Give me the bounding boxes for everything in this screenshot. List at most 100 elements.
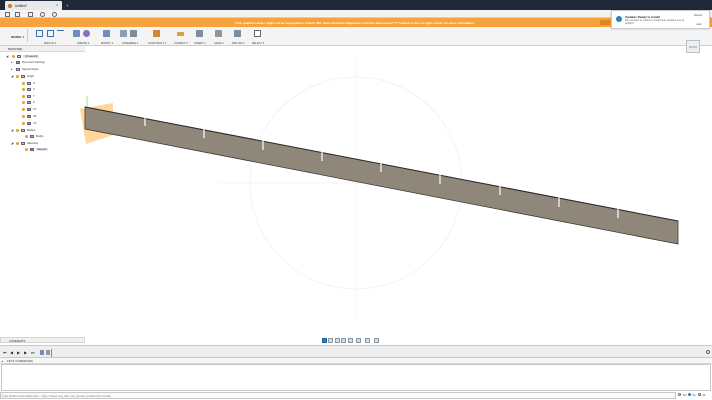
new-tab-icon[interactable]: +	[66, 3, 69, 8]
construct-menu-label: CONSTRUCT ▾	[147, 42, 167, 45]
assemble-group[interactable]: ASSEMBLE ▾	[118, 27, 142, 46]
js-radio[interactable]	[698, 393, 702, 397]
folder-icon	[21, 128, 25, 133]
tree-item-z-axis[interactable]: Z	[22, 100, 62, 105]
browser-panel-header[interactable]: BROWSER	[0, 46, 85, 52]
visibility-bulb-icon[interactable]	[22, 100, 25, 104]
close-tab-icon[interactable]: ×	[56, 3, 58, 7]
collapse-arrow-icon[interactable]: ◢	[11, 141, 13, 145]
later-button[interactable]: Later	[696, 23, 702, 26]
visibility-bulb-icon[interactable]	[16, 128, 19, 132]
fusion-logo-icon	[8, 3, 12, 8]
visibility-bulb-icon[interactable]	[22, 94, 25, 98]
tree-item-origin[interactable]: ◢ Origin	[11, 74, 71, 79]
fit-icon[interactable]	[348, 337, 353, 343]
tree-item-body1[interactable]: Body1	[25, 134, 65, 139]
tree-item-sketches[interactable]: ◢ Sketches	[11, 141, 71, 146]
go-to-start-icon[interactable]: ⏮	[3, 350, 7, 355]
collapse-arrow-icon[interactable]: ◢	[6, 54, 8, 58]
txt-radio[interactable]	[678, 393, 682, 397]
orbit-icon[interactable]	[322, 337, 327, 343]
insert-group[interactable]: INSERT ▾	[192, 27, 208, 46]
step-back-icon[interactable]: ◀	[10, 350, 13, 355]
make-group[interactable]: MAKE ▾	[211, 27, 227, 46]
add-ins-group[interactable]: ADD-INS ▾	[229, 27, 247, 46]
viewports-icon[interactable]	[374, 337, 379, 343]
step-forward-icon[interactable]: ▶	[24, 350, 27, 355]
folder-icon	[16, 67, 20, 72]
app-grid-icon[interactable]	[5, 11, 10, 17]
undo-icon[interactable]	[40, 11, 45, 17]
modify-menu-label: MODIFY ▾	[100, 42, 114, 45]
visibility-bulb-icon[interactable]	[22, 114, 25, 118]
play-icon[interactable]: ▶	[17, 350, 20, 355]
line-icon	[57, 30, 64, 37]
text-commands-title: TEXT COMMANDS	[7, 359, 33, 364]
collapse-arrow-icon[interactable]: ◢	[11, 128, 13, 132]
redo-icon[interactable]	[52, 11, 57, 17]
select-group[interactable]: SELECT ▾	[250, 27, 266, 46]
tree-item-yz-plane[interactable]: YZ	[22, 121, 62, 126]
go-to-end-icon[interactable]: ⏭	[31, 350, 35, 355]
tree-item-document-settings[interactable]: ▸ Document Settings	[11, 60, 71, 65]
timeline-extrude-feature-icon[interactable]	[46, 349, 50, 355]
visibility-bulb-icon[interactable]	[22, 121, 25, 125]
visibility-bulb-icon[interactable]	[25, 147, 28, 151]
text-commands-output[interactable]	[1, 364, 711, 391]
visibility-bulb-icon[interactable]	[16, 141, 19, 145]
tree-item-x-axis[interactable]: X	[22, 87, 62, 92]
file-icon[interactable]	[15, 11, 20, 17]
tree-item-root[interactable]: ◢ (Unsaved)	[6, 54, 66, 59]
tree-item-named-views[interactable]: ▸ Named Views	[11, 67, 71, 72]
grid-settings-icon[interactable]	[365, 337, 370, 343]
timeline-sketch-feature-icon[interactable]	[40, 349, 44, 355]
browser-title: BROWSER	[8, 47, 23, 52]
visibility-bulb-icon[interactable]	[22, 81, 25, 85]
beam-body[interactable]	[84, 106, 679, 245]
construct-group[interactable]: CONSTRUCT ▾	[145, 27, 169, 46]
tree-item-y-axis[interactable]: Y	[22, 94, 62, 99]
banner-dismiss-button[interactable]	[600, 20, 610, 25]
visibility-bulb-icon[interactable]	[22, 107, 25, 111]
comments-panel-header[interactable]: COMMENTS	[0, 337, 85, 343]
timeline-marker[interactable]	[51, 348, 52, 357]
zoom-icon[interactable]	[341, 337, 346, 343]
collapse-arrow-icon[interactable]: ▴	[2, 359, 4, 363]
display-settings-icon[interactable]	[356, 337, 361, 343]
tree-item-xz-plane[interactable]: XZ	[22, 114, 62, 119]
py-label: Py	[692, 392, 696, 397]
pan-icon[interactable]	[335, 337, 340, 343]
document-icon	[17, 54, 21, 59]
expand-arrow-icon[interactable]: ▸	[11, 60, 13, 64]
workspace-switcher[interactable]: MODEL ▾	[2, 29, 28, 42]
rectangle-icon	[47, 30, 54, 37]
save-icon[interactable]	[28, 11, 33, 17]
tree-item-xy-plane[interactable]: XY	[22, 107, 62, 112]
new-component-icon	[120, 30, 127, 37]
document-tab[interactable]: Untitled* ×	[5, 1, 62, 10]
update-info-icon	[616, 16, 622, 22]
tree-item-sketch1[interactable]: Sketch1	[25, 147, 65, 152]
py-radio[interactable]	[688, 393, 692, 397]
comments-title: COMMENTS	[9, 339, 26, 344]
restart-button[interactable]: Restart	[694, 14, 702, 17]
collapse-arrow-icon[interactable]: ◢	[11, 74, 13, 78]
visibility-bulb-icon[interactable]	[16, 74, 19, 78]
sketch-group[interactable]: SKETCH ▾	[33, 27, 67, 46]
tree-item-origin-point[interactable]: O	[22, 81, 62, 86]
view-cube[interactable]: FRONT	[686, 40, 700, 53]
tree-item-label: Origin	[27, 74, 35, 78]
look-at-icon[interactable]	[328, 337, 333, 343]
python-command-input[interactable]	[2, 393, 662, 399]
tree-item-bodies[interactable]: ◢ Bodies	[11, 128, 71, 133]
expand-arrow-icon[interactable]: ▸	[11, 67, 13, 71]
modify-group[interactable]: MODIFY ▾	[98, 27, 116, 46]
create-group[interactable]: CREATE ▾	[70, 27, 96, 46]
visibility-bulb-icon[interactable]	[12, 54, 15, 58]
tree-item-label: YZ	[33, 121, 37, 125]
timeline-settings-gear-icon[interactable]	[706, 349, 710, 354]
visibility-bulb-icon[interactable]	[25, 134, 28, 138]
visibility-bulb-icon[interactable]	[22, 87, 25, 91]
inspect-group[interactable]: INSPECT ▾	[172, 27, 190, 46]
viewport-canvas[interactable]	[0, 46, 712, 337]
